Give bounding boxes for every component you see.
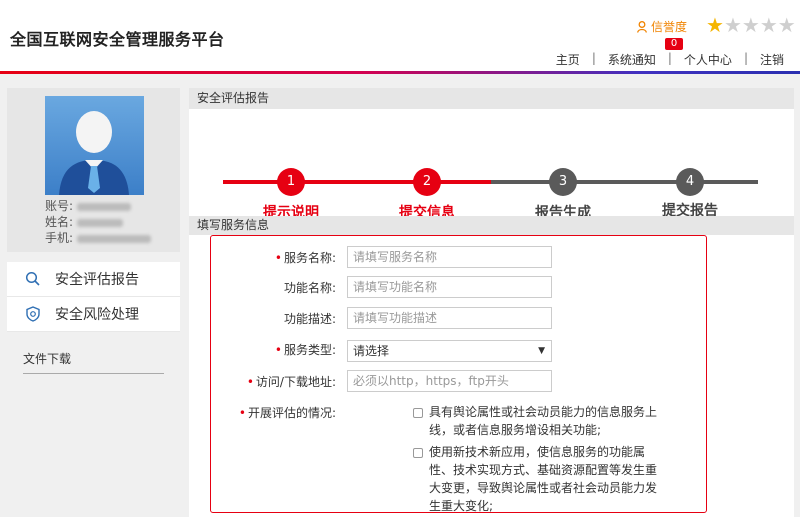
name-row: 姓名: — [45, 214, 151, 230]
address-label: • 访问/下载地址: — [246, 375, 336, 389]
profile-info: 账号: 姓名: 手机: — [45, 198, 152, 246]
function-desc-input[interactable]: 请填写功能描述 — [347, 307, 552, 329]
nav-separator: | — [667, 51, 672, 65]
step-4-circle: 4 — [676, 168, 704, 196]
star-icon: ★ — [777, 13, 796, 37]
sidebar-item-label: 安全风险处理 — [55, 307, 139, 323]
option-checkbox[interactable] — [413, 448, 423, 458]
sidebar-item-risk-handling[interactable]: 安全风险处理 — [7, 297, 180, 332]
situation-label: • 开展评估的情况: — [238, 406, 336, 420]
account-row: 账号: — [45, 198, 151, 214]
nav-home-link[interactable]: 主页 — [550, 51, 586, 68]
blurred-value — [77, 234, 152, 243]
credit-label: 信誉度 — [637, 18, 687, 35]
profile-card: 账号: 姓名: 手机: — [7, 88, 180, 252]
header-gradient-bar — [0, 71, 800, 74]
phone-row: 手机: — [45, 230, 152, 246]
service-type-label: • 服务类型: — [274, 343, 336, 357]
main-panel: 安全评估报告 1 2 3 4 提示说明 提交信息 报告生成 提交报告 填写服务信… — [189, 88, 794, 517]
option-text: 具有舆论属性或社会动员能力的信息服务上线，或者信息服务增设相关功能; — [429, 405, 658, 437]
dropdown-arrow-icon: ▼ — [538, 346, 545, 356]
option-checkbox[interactable] — [413, 408, 423, 418]
step-2-circle: 2 — [413, 168, 441, 196]
service-type-select[interactable]: 请选择 ▼ — [347, 340, 552, 362]
service-info-form: • 服务名称: 请填写服务名称 功能名称: 请填写功能名称 功能描述: 请填写功能… — [210, 235, 707, 513]
step-line-done — [223, 180, 491, 184]
step-3-circle: 3 — [549, 168, 577, 196]
sidebar-item-assessment-report[interactable]: 安全评估报告 — [7, 262, 180, 297]
person-icon — [59, 111, 129, 195]
nav-notice-link[interactable]: 系统通知 — [602, 51, 662, 68]
blurred-value — [77, 202, 132, 211]
top-nav: 主页 | 系统通知 | 个人中心 | 注销 — [550, 51, 790, 68]
credit-count-badge: 0 — [665, 38, 683, 50]
progress-steps: 1 2 3 4 提示说明 提交信息 报告生成 提交报告 — [189, 109, 794, 221]
star-icon: ★ — [723, 13, 742, 37]
step-line-pending — [491, 180, 758, 184]
star-icon: ★ — [759, 13, 778, 37]
function-name-label: 功能名称: — [283, 281, 336, 295]
avatar — [45, 96, 144, 195]
blurred-value — [77, 218, 124, 227]
function-name-input[interactable]: 请填写功能名称 — [347, 276, 552, 298]
address-input[interactable]: 必须以http，https，ftp开头 — [347, 370, 552, 392]
nav-separator: | — [743, 51, 748, 65]
site-title: 全国互联网安全管理服务平台 — [10, 30, 225, 49]
star-icon: ★ — [706, 13, 724, 37]
search-icon — [25, 271, 41, 287]
sidebar: 账号: 姓名: 手机: 安全评估报告 安全风险处理 文件下载 — [7, 88, 180, 374]
nav-profile-link[interactable]: 个人中心 — [678, 51, 738, 68]
rating-stars: ★ ★ ★ ★ ★ — [706, 14, 796, 36]
sidebar-menu: 安全评估报告 安全风险处理 — [7, 262, 180, 332]
function-desc-label: 功能描述: — [283, 312, 336, 326]
sidebar-item-label: 安全评估报告 — [55, 272, 139, 288]
option-text: 使用新技术新应用，使信息服务的功能属性、技术实现方式、基础资源配置等发生重大变更… — [429, 445, 658, 513]
service-name-input[interactable]: 请填写服务名称 — [347, 246, 552, 268]
user-icon — [637, 21, 647, 33]
section-title: 安全评估报告 — [189, 88, 794, 109]
shield-icon — [25, 306, 41, 322]
file-download-link[interactable]: 文件下载 — [23, 350, 164, 374]
header: 全国互联网安全管理服务平台 信誉度 0 ★ ★ ★ ★ ★ 主页 | 系统通知 … — [0, 0, 800, 72]
step-1-circle: 1 — [277, 168, 305, 196]
nav-logout-link[interactable]: 注销 — [754, 51, 790, 68]
nav-separator: | — [591, 51, 596, 65]
service-name-label: • 服务名称: — [274, 251, 336, 265]
star-icon: ★ — [741, 13, 760, 37]
form-section-title: 填写服务信息 — [189, 216, 794, 235]
